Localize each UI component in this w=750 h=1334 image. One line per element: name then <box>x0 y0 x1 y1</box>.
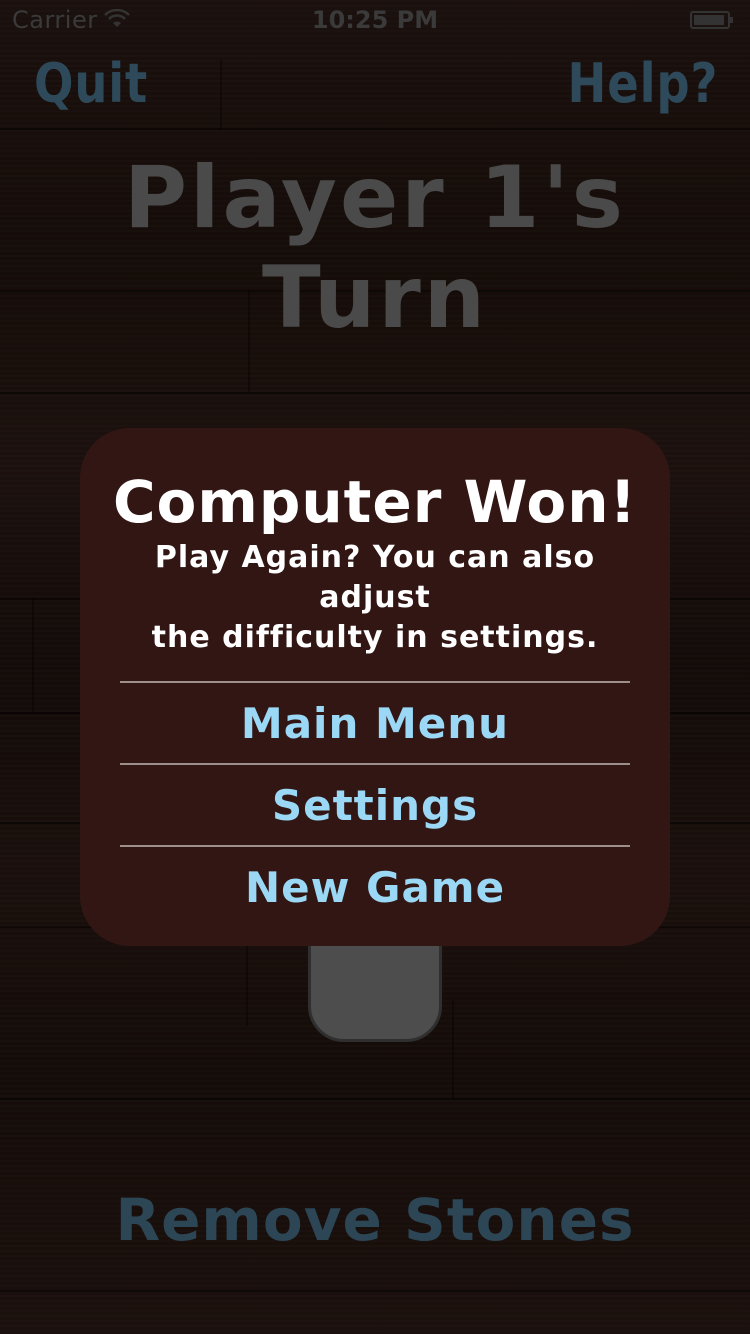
status-bar: Carrier 10:25 PM <box>0 0 750 40</box>
status-time: 10:25 PM <box>311 6 439 34</box>
alert-separator <box>120 681 630 683</box>
alert-title: Computer Won! <box>112 468 637 536</box>
remove-stones-button[interactable]: Remove Stones <box>0 1186 750 1254</box>
battery-icon <box>690 11 733 29</box>
alert-message: Play Again? You can also adjust the diff… <box>120 538 630 658</box>
game-over-alert: Computer Won! Play Again? You can also a… <box>80 428 670 946</box>
quit-button[interactable]: Quit <box>34 52 148 115</box>
alert-separator <box>120 845 630 847</box>
main-menu-button[interactable]: Main Menu <box>120 684 630 764</box>
stone-pit[interactable] <box>308 930 442 1042</box>
alert-message-line: the difficulty in settings. <box>151 620 599 655</box>
turn-title: Player 1's Turn <box>124 148 626 348</box>
alert-separator <box>120 763 630 765</box>
help-button[interactable]: Help? <box>567 52 718 115</box>
new-game-button[interactable]: New Game <box>120 848 630 928</box>
alert-message-line: Play Again? You can also adjust <box>154 540 596 615</box>
settings-button[interactable]: Settings <box>120 766 630 846</box>
game-screen: Carrier 10:25 PM Quit Help? Player 1's T… <box>0 0 750 1334</box>
